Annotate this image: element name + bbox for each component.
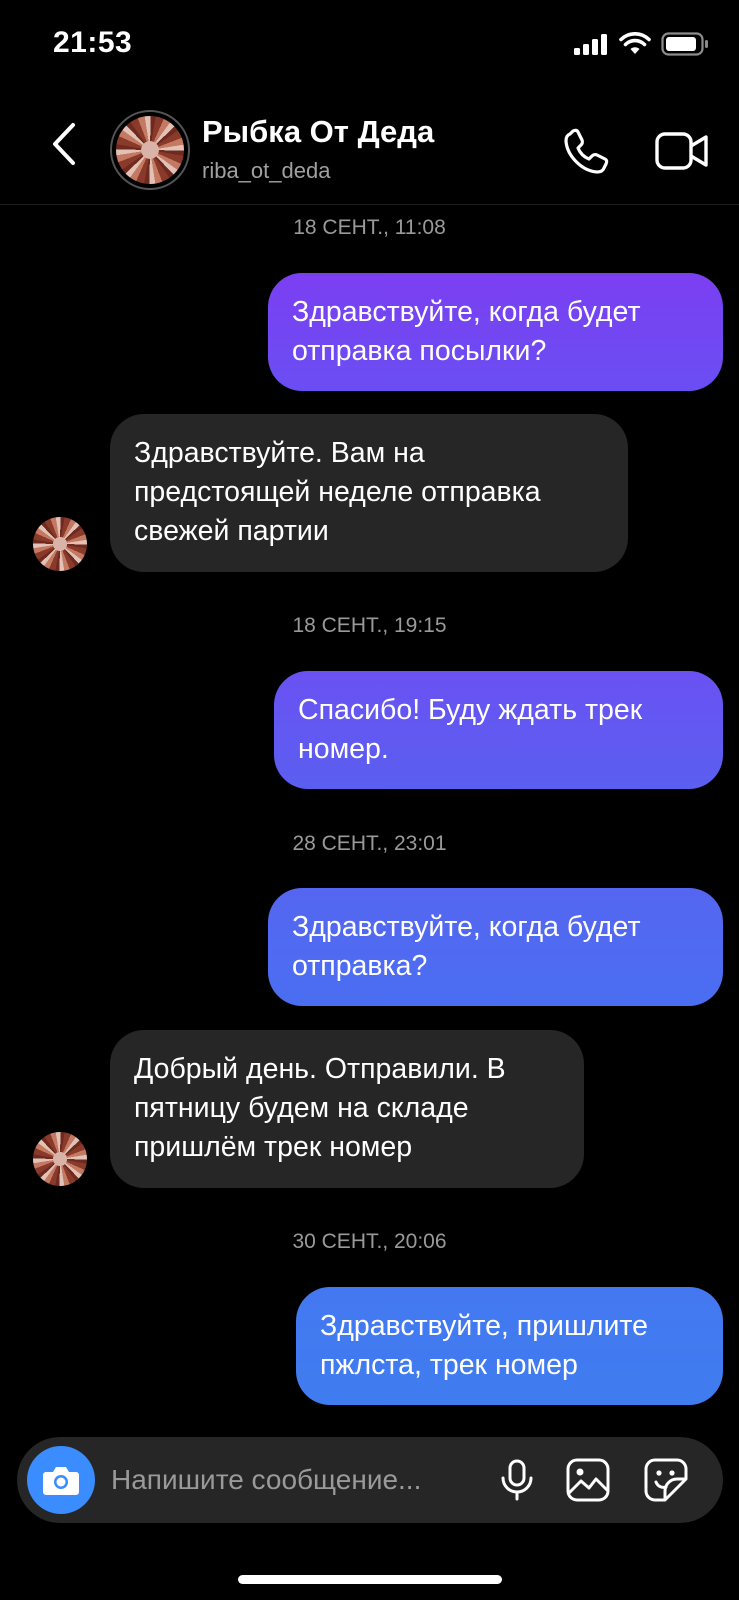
message-line: Здравствуйте, когда будет bbox=[292, 911, 641, 943]
gallery-icon bbox=[566, 1458, 610, 1502]
contact-handle[interactable]: riba_ot_deda bbox=[202, 158, 330, 184]
message-line: отправка посылки? bbox=[292, 335, 547, 367]
message-line: номер. bbox=[298, 733, 389, 765]
incoming-message[interactable]: Здравствуйте. Вам на предстоящей неделе … bbox=[110, 414, 628, 572]
message-line: Здравствуйте. Вам на bbox=[134, 437, 425, 469]
message-input[interactable] bbox=[111, 1437, 481, 1523]
outgoing-message[interactable]: Здравствуйте, пришлите пжлста, трек номе… bbox=[296, 1287, 723, 1405]
message-line: предстоящей неделе отправка bbox=[134, 476, 541, 508]
gallery-button[interactable] bbox=[565, 1457, 611, 1503]
sender-avatar[interactable] bbox=[33, 517, 87, 571]
microphone-icon bbox=[501, 1459, 533, 1501]
wifi-icon bbox=[619, 32, 651, 54]
message-composer bbox=[17, 1437, 723, 1523]
message-line: свежей партии bbox=[134, 515, 329, 547]
message-line: Добрый день. Отправили. В bbox=[134, 1053, 506, 1085]
dm-chat-screen: 21:53 Рыбка От Деда riba_ot_deda 18 СЕНТ… bbox=[0, 0, 739, 1600]
outgoing-message[interactable]: Здравствуйте, когда будет отправка? bbox=[268, 888, 723, 1006]
message-line: пришлём трек номер bbox=[134, 1131, 413, 1163]
status-time: 21:53 bbox=[53, 26, 133, 59]
sticker-icon bbox=[644, 1458, 688, 1502]
video-camera-icon bbox=[655, 132, 708, 170]
message-line: Здравствуйте, пришлите bbox=[320, 1310, 648, 1342]
camera-button[interactable] bbox=[27, 1446, 95, 1514]
message-line: пжлста, трек номер bbox=[320, 1349, 578, 1381]
phone-icon bbox=[564, 128, 609, 174]
message-timestamp: 18 СЕНТ., 11:08 bbox=[293, 216, 446, 239]
message-timestamp: 28 СЕНТ., 23:01 bbox=[292, 832, 447, 855]
message-line: Спасибо! Буду ждать трек bbox=[298, 694, 643, 726]
status-bar: 21:53 bbox=[0, 0, 739, 92]
battery-icon bbox=[661, 32, 708, 56]
outgoing-message[interactable]: Спасибо! Буду ждать трек номер. bbox=[274, 671, 723, 789]
sender-avatar[interactable] bbox=[33, 1132, 87, 1186]
message-timestamp: 18 СЕНТ., 19:15 bbox=[292, 614, 447, 637]
message-line: отправка? bbox=[292, 950, 428, 982]
voice-message-button[interactable] bbox=[495, 1458, 539, 1502]
cellular-signal-icon bbox=[574, 34, 607, 55]
chat-header: Рыбка От Деда riba_ot_deda bbox=[0, 92, 739, 205]
incoming-message[interactable]: Добрый день. Отправили. В пятницу будем … bbox=[110, 1030, 584, 1188]
chevron-left-icon bbox=[53, 123, 75, 165]
contact-name[interactable]: Рыбка От Деда bbox=[202, 114, 434, 150]
message-line: пятницу будем на складе bbox=[134, 1092, 469, 1124]
camera-icon bbox=[43, 1467, 79, 1495]
contact-avatar[interactable] bbox=[110, 110, 190, 190]
message-line: Здравствуйте, когда будет bbox=[292, 296, 641, 328]
home-indicator[interactable] bbox=[238, 1575, 502, 1584]
back-button[interactable] bbox=[44, 120, 84, 168]
status-icons bbox=[573, 32, 709, 56]
sticker-button[interactable] bbox=[643, 1457, 689, 1503]
contact-avatar-image bbox=[116, 116, 184, 184]
audio-call-button[interactable] bbox=[562, 126, 612, 176]
message-timestamp: 30 СЕНТ., 20:06 bbox=[292, 1230, 447, 1253]
video-call-button[interactable] bbox=[654, 126, 710, 176]
outgoing-message[interactable]: Здравствуйте, когда будет отправка посыл… bbox=[268, 273, 723, 391]
